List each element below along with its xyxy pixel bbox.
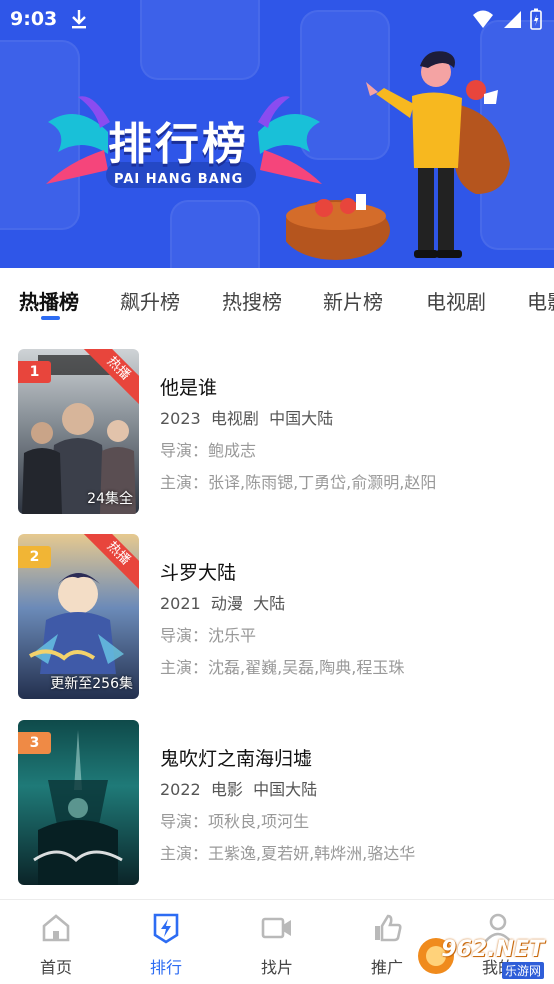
item-region: 中国大陆 — [253, 780, 318, 799]
item-cast: 主演：张译,陈雨锶,丁勇岱,俞灏明,赵阳 — [160, 473, 437, 492]
nav-rank[interactable]: 排行 — [131, 912, 201, 978]
item-type: 电影 — [210, 780, 243, 799]
watermark-subtext: 乐游网 — [501, 962, 544, 979]
list-item[interactable]: 3 鬼吹灯之南海归墟 2022 电影 中国大陆 导演：项秋良,项河生 主演：王紫… — [0, 720, 554, 886]
tab-rising[interactable]: 飙升榜 — [120, 286, 180, 315]
tab-tv-series[interactable]: 电视剧 — [426, 286, 486, 315]
item-type: 电视剧 — [210, 409, 259, 428]
wifi-icon — [473, 10, 493, 28]
video-camera-icon — [261, 917, 291, 939]
item-year: 2023 — [160, 409, 201, 428]
tab-trending-search[interactable]: 热搜榜 — [222, 286, 282, 315]
item-type: 动漫 — [210, 594, 243, 613]
banner-title: 排行榜 — [108, 119, 249, 170]
site-watermark: 962.NET 乐游网 — [414, 934, 550, 980]
rank-badge: 1 — [18, 361, 51, 383]
item-year: 2022 — [160, 780, 201, 799]
watermark-text: 962.NET — [441, 937, 544, 962]
item-title[interactable]: 斗罗大陆 — [160, 558, 236, 585]
home-icon — [42, 914, 70, 942]
nav-find[interactable]: 找片 — [242, 912, 312, 978]
poster-image[interactable]: 2 热播 更新至256集 — [18, 534, 139, 699]
nav-rank-label: 排行 — [149, 958, 182, 977]
tab-active-indicator — [41, 316, 60, 320]
tab-hot[interactable]: 热播榜 — [19, 286, 79, 315]
item-year: 2021 — [160, 594, 201, 613]
nav-home[interactable]: 首页 — [21, 912, 91, 978]
category-tabs: 热播榜 飙升榜 热搜榜 新片榜 电视剧 电影 — [0, 268, 554, 330]
item-region: 大陆 — [253, 594, 286, 613]
item-region: 中国大陆 — [269, 409, 334, 428]
thumbs-up-icon — [375, 914, 402, 942]
item-title[interactable]: 他是谁 — [160, 373, 217, 400]
poster-image[interactable]: 3 — [18, 720, 139, 885]
rank-badge: 2 — [18, 546, 51, 568]
episode-caption: 24集全 — [87, 491, 133, 507]
nav-home-label: 首页 — [39, 958, 72, 977]
character-illustration — [286, 51, 510, 260]
list-item[interactable]: 1 热播 24集全 他是谁 2023 电视剧 中国大陆 导演：鲍成志 主演：张译… — [0, 349, 554, 515]
download-icon — [70, 8, 88, 34]
item-director: 导演：项秋良,项河生 — [160, 812, 310, 831]
nav-promote[interactable]: 推广 — [352, 912, 422, 978]
item-director: 导演：沈乐平 — [160, 626, 257, 645]
item-meta: 2021 动漫 大陆 — [160, 590, 285, 614]
banner: 9:03 排行榜 PAI HANG BANG — [0, 0, 554, 268]
signal-icon — [504, 11, 521, 28]
nav-find-label: 找片 — [260, 958, 293, 977]
rank-icon — [153, 913, 179, 944]
tab-new-releases[interactable]: 新片榜 — [323, 286, 383, 315]
banner-bg-tile — [170, 200, 260, 268]
status-time: 9:03 — [10, 8, 58, 30]
list-item[interactable]: 2 热播 更新至256集 斗罗大陆 2021 动漫 大陆 导演：沈乐平 主演：沈… — [0, 534, 554, 700]
item-meta: 2023 电视剧 中国大陆 — [160, 405, 333, 429]
tab-movies[interactable]: 电影 — [527, 286, 554, 315]
episode-caption: 更新至256集 — [50, 676, 133, 692]
item-director: 导演：鲍成志 — [160, 441, 257, 460]
battery-icon — [530, 8, 542, 30]
banner-subtitle: PAI HANG BANG — [114, 172, 244, 187]
item-title[interactable]: 鬼吹灯之南海归墟 — [160, 744, 312, 771]
item-cast: 主演：王紫逸,夏若妍,韩烨洲,骆达华 — [160, 844, 416, 863]
status-bar: 9:03 — [0, 0, 554, 40]
status-icons — [472, 8, 542, 30]
nav-promote-label: 推广 — [370, 958, 403, 977]
item-meta: 2022 电影 中国大陆 — [160, 776, 317, 800]
poster-image[interactable]: 1 热播 24集全 — [18, 349, 139, 514]
rank-badge: 3 — [18, 732, 51, 754]
item-cast: 主演：沈磊,翟巍,吴磊,陶典,程玉珠 — [160, 658, 405, 677]
